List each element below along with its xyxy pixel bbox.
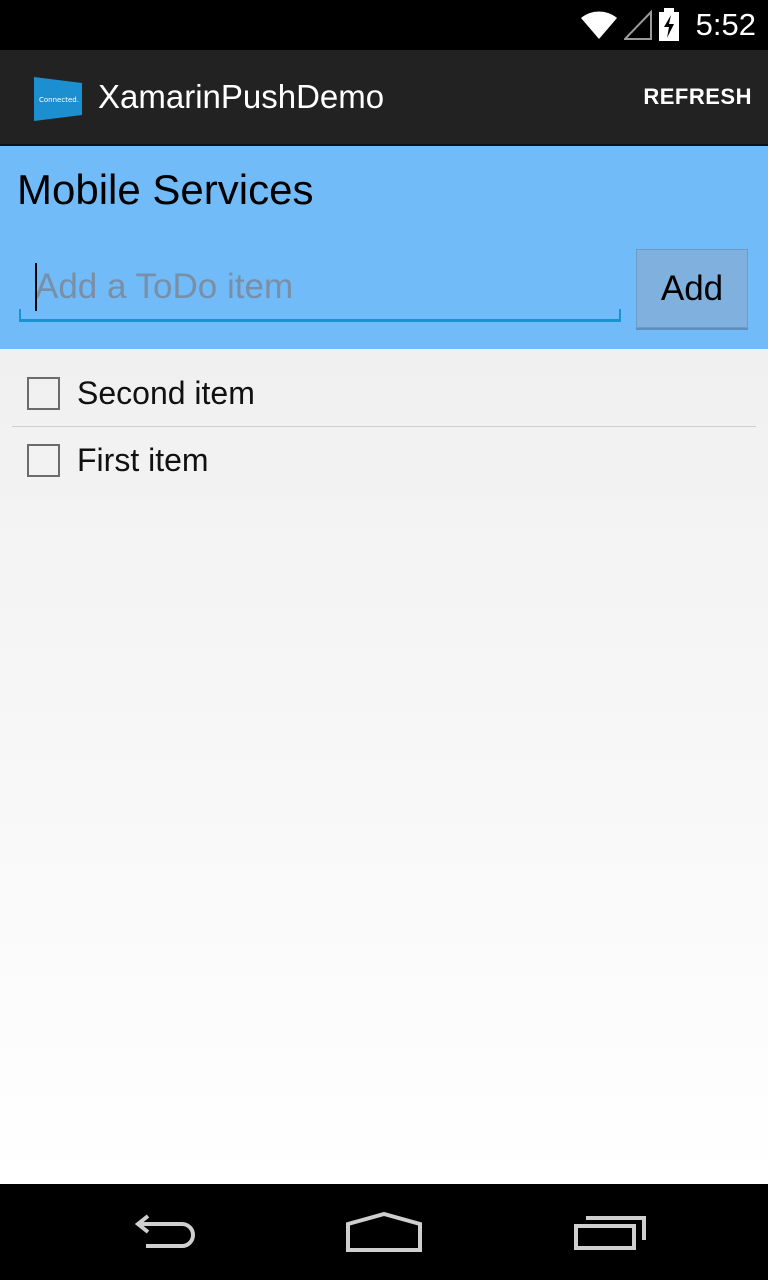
app-title: XamarinPushDemo bbox=[98, 78, 385, 115]
app-logo: Connected. bbox=[34, 77, 82, 121]
list-item-label: First item bbox=[77, 441, 209, 478]
list-item-label: Second item bbox=[77, 375, 255, 411]
page-title: Mobile Services bbox=[17, 166, 314, 213]
app-logo-text: Connected. bbox=[39, 96, 79, 104]
checkbox[interactable] bbox=[27, 377, 60, 410]
recents-icon bbox=[574, 1216, 646, 1250]
header-panel: Mobile Services Add bbox=[0, 146, 768, 349]
back-button[interactable] bbox=[116, 1206, 206, 1258]
home-button[interactable] bbox=[339, 1206, 429, 1258]
text-cursor bbox=[35, 263, 37, 311]
navigation-bar bbox=[0, 1184, 768, 1280]
add-button[interactable]: Add bbox=[636, 249, 748, 328]
action-bar: Connected. XamarinPushDemo REFRESH bbox=[0, 50, 768, 146]
home-icon bbox=[346, 1212, 422, 1252]
todo-input[interactable] bbox=[35, 262, 605, 312]
status-icons: 5:52 bbox=[580, 0, 756, 50]
wifi-icon bbox=[580, 11, 617, 40]
battery-charging-icon bbox=[658, 8, 679, 41]
todo-list: Second item First item bbox=[0, 349, 768, 1184]
back-icon bbox=[134, 1214, 195, 1248]
status-time: 5:52 bbox=[695, 7, 756, 42]
list-item[interactable]: First item bbox=[12, 427, 756, 493]
status-bar: 5:52 bbox=[0, 0, 768, 50]
recents-button[interactable] bbox=[565, 1206, 655, 1258]
checkbox[interactable] bbox=[27, 443, 60, 477]
refresh-button[interactable]: REFRESH bbox=[643, 84, 752, 110]
list-item[interactable]: Second item bbox=[12, 361, 756, 427]
signal-icon bbox=[623, 10, 652, 40]
todo-input-container bbox=[19, 250, 621, 322]
